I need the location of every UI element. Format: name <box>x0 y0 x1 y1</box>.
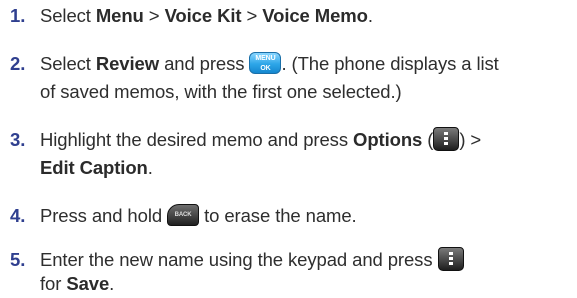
menu-ok-key-icon: MENU OK <box>249 52 282 75</box>
back-key-icon: BACK <box>167 204 200 227</box>
edit-caption-term: Edit Caption <box>40 157 148 178</box>
step-text: Highlight the desired memo and press Opt… <box>40 127 482 178</box>
step-number: 4. <box>10 205 26 226</box>
step-text: Press and hold BACK to erase the name. <box>40 204 357 227</box>
voice-kit-term: Voice Kit <box>164 5 242 26</box>
right-softkey-icon <box>437 247 464 272</box>
step-text: Enter the new name using the keypad and … <box>40 246 570 298</box>
options-term: Options <box>353 129 423 150</box>
step-text: Select Review and press MENU OK. (The pho… <box>40 52 499 102</box>
step-number: 5. <box>10 249 26 270</box>
voice-memo-term: Voice Memo <box>262 5 368 26</box>
step-number: 2. <box>10 53 26 74</box>
review-term: Review <box>95 53 160 74</box>
step-text: Select Menu > Voice Kit > Voice Memo. <box>40 5 373 26</box>
step-number: 3. <box>10 129 26 150</box>
save-term: Save <box>66 273 110 294</box>
menu-term: Menu <box>95 5 144 26</box>
step-number: 1. <box>10 5 26 26</box>
right-softkey-icon <box>433 127 460 152</box>
instruction-steps: 1. Select Menu > Voice Kit > Voice Memo.… <box>0 0 577 294</box>
